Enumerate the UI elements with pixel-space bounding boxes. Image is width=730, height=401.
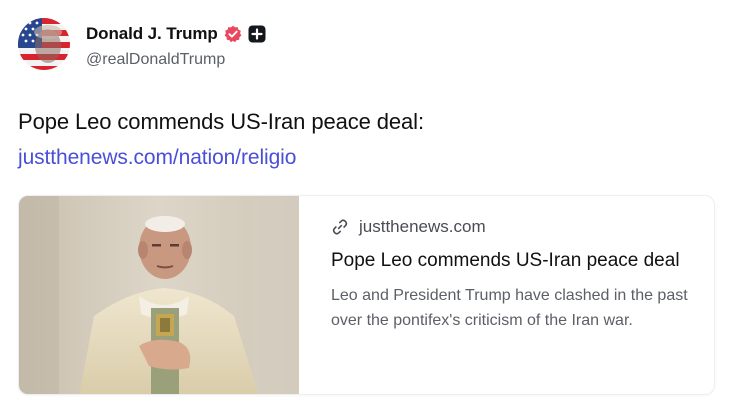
pope-photo-thumbnail	[19, 196, 299, 394]
plus-badge-icon	[248, 25, 266, 43]
link-card-image[interactable]	[19, 196, 299, 394]
author-avatar[interactable]	[18, 18, 70, 70]
post-text: Pope Leo commends US-Iran peace deal:	[18, 109, 424, 134]
link-icon	[332, 219, 348, 235]
post-link[interactable]: justthenews.com/nation/religio	[18, 146, 296, 170]
verified-badge-icon	[224, 25, 242, 43]
link-card-description: Leo and President Trump have clashed in …	[331, 287, 688, 329]
link-card-body[interactable]: justthenews.com Pope Leo commends US-Ira…	[299, 196, 714, 394]
author-name-row: Donald J. Trump	[86, 22, 266, 46]
link-card-title[interactable]: Pope Leo commends US-Iran peace deal	[331, 248, 691, 273]
post-container: Donald J. Trump @realDonaldTrump Pope Le…	[0, 0, 730, 401]
link-card-domain-row: justthenews.com	[331, 216, 694, 238]
author-handle[interactable]: @realDonaldTrump	[86, 51, 225, 69]
flag-portrait-avatar	[18, 18, 70, 70]
link-preview-card[interactable]: justthenews.com Pope Leo commends US-Ira…	[18, 195, 715, 395]
author-display-name[interactable]: Donald J. Trump	[86, 24, 218, 44]
link-card-domain: justthenews.com	[359, 217, 486, 236]
